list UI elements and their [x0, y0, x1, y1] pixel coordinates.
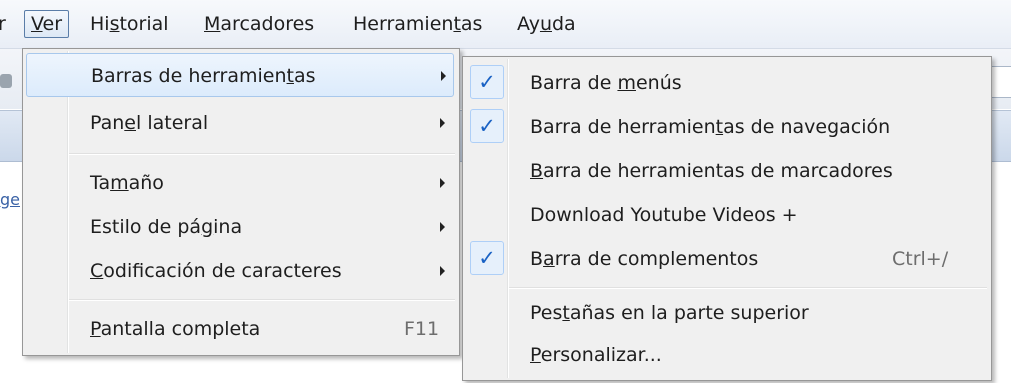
- menubar-item-ayuda[interactable]: Ayuda: [517, 13, 576, 35]
- menu-item-label: Barra de complementos: [530, 248, 759, 270]
- menu-separator: [69, 299, 455, 301]
- menu-item-label: Pantalla completa: [90, 318, 261, 340]
- checkmark-icon: ✓: [470, 109, 504, 143]
- menu-item-estilo-de-pagina[interactable]: Estilo de página: [26, 205, 454, 249]
- menu-item-label: Pestañas en la parte superior: [530, 302, 809, 324]
- submenu-arrow-icon: [440, 266, 445, 276]
- submenu-arrow-icon: [441, 71, 446, 81]
- ver-menu: Barras de herramientas Panel lateral Tam…: [22, 48, 460, 356]
- menu-item-label: Tamaño: [90, 172, 164, 194]
- menu-item-pestanas-arriba[interactable]: Pestañas en la parte superior: [466, 291, 986, 335]
- menu-item-tamano[interactable]: Tamaño: [26, 161, 454, 205]
- shortcut-label: F11: [404, 318, 440, 340]
- menubar-item-marcadores[interactable]: Marcadores: [204, 13, 314, 35]
- menu-item-label: Panel lateral: [90, 112, 209, 134]
- menu-item-codificacion-de-caracteres[interactable]: Codificación de caracteres: [26, 249, 454, 293]
- menu-bar: r Ver Historial Marcadores Herramientas …: [0, 0, 1011, 49]
- shortcut-label: Ctrl+/: [892, 248, 949, 270]
- menubar-item-partial[interactable]: r: [0, 13, 6, 35]
- menu-item-barras-de-herramientas[interactable]: Barras de herramientas: [26, 53, 454, 97]
- menu-item-download-youtube-videos[interactable]: Download Youtube Videos +: [466, 193, 986, 237]
- menu-item-label: Barra de herramientas de navegación: [530, 116, 891, 138]
- menu-item-barra-de-menus[interactable]: ✓ Barra de menús: [466, 61, 986, 105]
- menu-item-pantalla-completa[interactable]: Pantalla completa F11: [26, 307, 454, 351]
- submenu-arrow-icon: [440, 222, 445, 232]
- menu-item-barra-de-complementos[interactable]: ✓ Barra de complementos Ctrl+/: [466, 237, 986, 281]
- submenu-arrow-icon: [440, 118, 445, 128]
- menu-item-label: Barra de herramientas de marcadores: [530, 160, 893, 182]
- menubar-item-herramientas[interactable]: Herramientas: [353, 13, 482, 35]
- menu-item-label: Barra de menús: [530, 72, 682, 94]
- toolbar-button-icon[interactable]: [0, 74, 12, 88]
- menubar-item-historial[interactable]: Historial: [90, 13, 169, 35]
- menu-item-personalizar[interactable]: Personalizar...: [466, 333, 986, 377]
- menu-separator: [509, 287, 987, 289]
- toolbars-submenu: ✓ Barra de menús ✓ Barra de herramientas…: [462, 56, 992, 381]
- checkmark-icon: ✓: [470, 65, 504, 99]
- menu-item-panel-lateral[interactable]: Panel lateral: [26, 101, 454, 145]
- menu-separator: [69, 153, 455, 155]
- submenu-arrow-icon: [440, 178, 445, 188]
- menu-item-barra-de-marcadores[interactable]: Barra de herramientas de marcadores: [466, 149, 986, 193]
- menu-item-label: Barras de herramientas: [91, 65, 316, 87]
- checkmark-icon: ✓: [470, 241, 504, 275]
- menu-item-barra-de-navegacion[interactable]: ✓ Barra de herramientas de navegación: [466, 105, 986, 149]
- menu-item-label: Download Youtube Videos +: [530, 204, 798, 226]
- menu-item-label: Codificación de caracteres: [90, 260, 342, 282]
- menu-item-label: Personalizar...: [530, 344, 662, 366]
- menubar-item-ver[interactable]: Ver: [24, 10, 70, 38]
- page-link-fragment[interactable]: ge: [0, 190, 20, 209]
- menu-item-label: Estilo de página: [90, 216, 243, 238]
